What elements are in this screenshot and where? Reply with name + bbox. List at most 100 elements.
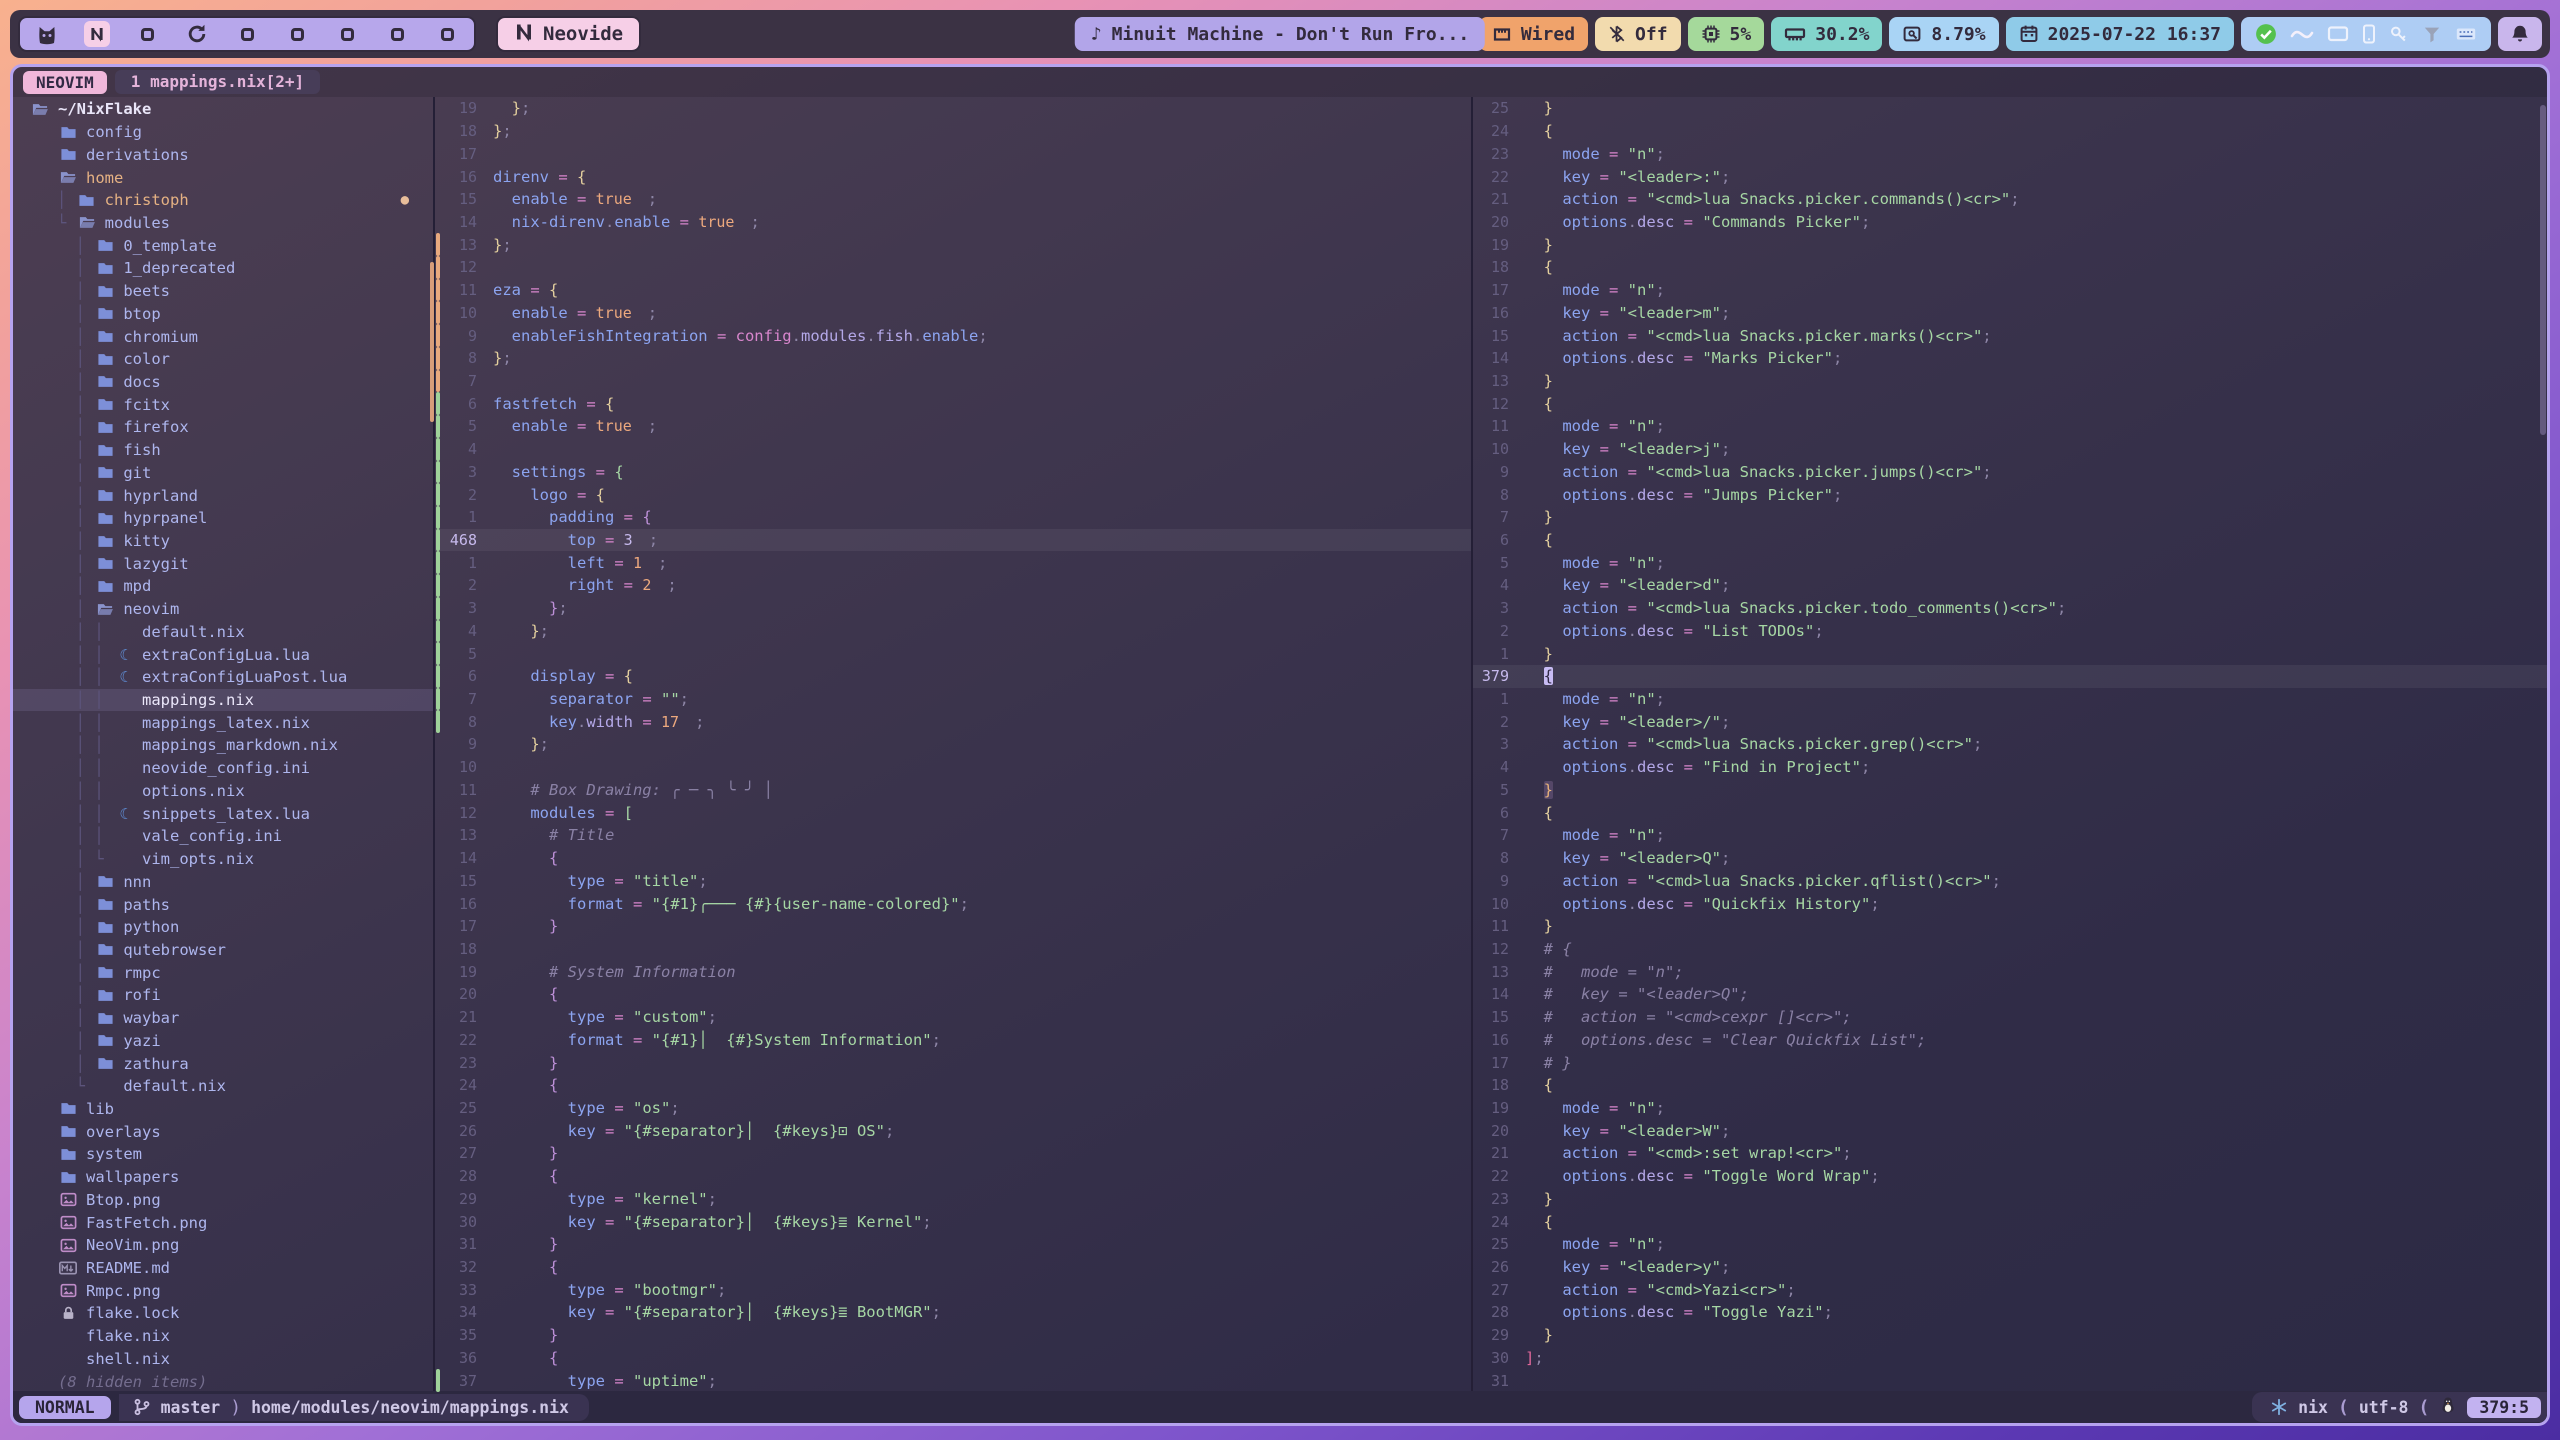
workspace-icon[interactable] [234,21,260,47]
check-tray-icon[interactable] [2255,23,2277,45]
code-line[interactable]: 19 # System Information [435,960,1471,983]
code-line[interactable]: 18 { [1473,1074,2547,1097]
code-line[interactable]: 13 # Title [435,824,1471,847]
tree-item-rmpc[interactable]: │ rmpc [13,961,433,984]
code-line[interactable]: 9 action = "<cmd>lua Snacks.picker.jumps… [1473,461,2547,484]
disk-pill[interactable]: 8.79% [1889,17,1998,51]
tree-item-default.nix[interactable]: └ default.nix [13,1075,433,1098]
code-line[interactable]: 35 } [435,1324,1471,1347]
tree-item-mpd[interactable]: │ mpd [13,575,433,598]
tree-item-flake.lock[interactable]: flake.lock [13,1302,433,1325]
code-line[interactable]: 19 } [1473,233,2547,256]
workspace-icon[interactable] [334,21,360,47]
code-line[interactable]: 25 type = "os"; [435,1097,1471,1120]
code-line[interactable]: 2 key = "<leader>/"; [1473,710,2547,733]
code-line[interactable]: 5 enable = true; [435,415,1471,438]
tree-item-firefox[interactable]: │ firefox [13,416,433,439]
funnel-tray-icon[interactable] [2422,24,2442,44]
code-line[interactable]: 31 [1473,1369,2547,1392]
code-line[interactable]: 3 settings = { [435,461,1471,484]
code-line[interactable]: 6 { [1473,529,2547,552]
tree-item-hyprpanel[interactable]: │ hyprpanel [13,507,433,530]
code-line[interactable]: 11 mode = "n"; [1473,415,2547,438]
code-line[interactable]: 12 modules = [ [435,801,1471,824]
tree-item-mappings_latex.nix[interactable]: │ │ mappings_latex.nix [13,711,433,734]
code-line[interactable]: 8}; [435,347,1471,370]
code-line[interactable]: 9 }; [435,733,1471,756]
workspace-icon[interactable] [384,21,410,47]
code-line[interactable]: 17 } [435,915,1471,938]
wave-tray-icon[interactable] [2290,25,2314,43]
code-line[interactable]: 17 # } [1473,1051,2547,1074]
phone-tray-icon[interactable] [2362,24,2376,44]
code-line[interactable]: 23 mode = "n"; [1473,142,2547,165]
tree-item-options.nix[interactable]: │ │ options.nix [13,780,433,803]
code-line[interactable]: 25 } [1473,97,2547,120]
code-line[interactable]: 30 key = "{#separator}│ {#keys}≣ Kernel"… [435,1210,1471,1233]
code-line[interactable]: 7 [435,370,1471,393]
tree-item-extraconfiglua.lua[interactable]: │ │ ☾extraConfigLua.lua [13,643,433,666]
code-line[interactable]: 6 { [1473,801,2547,824]
tree-item-python[interactable]: │ python [13,916,433,939]
tree-item-derivations[interactable]: derivations [13,143,433,166]
tree-item-vale_config.ini[interactable]: │ │ vale_config.ini [13,825,433,848]
code-line[interactable]: 19 mode = "n"; [1473,1097,2547,1120]
tree-item-config[interactable]: config [13,121,433,144]
code-line[interactable]: 18 [435,938,1471,961]
tree-item-wallpapers[interactable]: wallpapers [13,1166,433,1189]
code-line[interactable]: 36 { [435,1347,1471,1370]
code-line[interactable]: 13 # mode = "n"; [1473,960,2547,983]
code-line[interactable]: 20 { [435,983,1471,1006]
code-line[interactable]: 11eza = { [435,279,1471,302]
code-line[interactable]: 7 separator = ""; [435,688,1471,711]
code-line[interactable]: 33 type = "bootmgr"; [435,1278,1471,1301]
code-line[interactable]: 10 enable = true; [435,301,1471,324]
code-line[interactable]: 8 key.width = 17; [435,710,1471,733]
code-line[interactable]: 14 options.desc = "Marks Picker"; [1473,347,2547,370]
code-line[interactable]: 2 right = 2; [435,574,1471,597]
code-line[interactable]: 21 action = "<cmd>lua Snacks.picker.comm… [1473,188,2547,211]
tree-item-extraconfigluapost.lua[interactable]: │ │ ☾extraConfigLuaPost.lua [13,666,433,689]
tree-item-neovide_config.ini[interactable]: │ │ neovide_config.ini [13,757,433,780]
code-line[interactable]: 16 format = "{#1}╭─── {#}{user-name-colo… [435,892,1471,915]
code-line[interactable]: 5 mode = "n"; [1473,551,2547,574]
tree-item-overlays[interactable]: overlays [13,1120,433,1143]
code-line[interactable]: 23 } [1473,1188,2547,1211]
code-line[interactable]: 1 padding = { [435,506,1471,529]
code-line[interactable]: 5 } [1473,779,2547,802]
code-line[interactable]: 379 { [1473,665,2547,688]
tree-item-snippets_latex.lua[interactable]: │ │ ☾snippets_latex.lua [13,802,433,825]
tree-item-default.nix[interactable]: │ │ default.nix [13,621,433,644]
code-line[interactable]: 14 # key = "<leader>Q"; [1473,983,2547,1006]
tree-item-beets[interactable]: │ beets [13,280,433,303]
code-line[interactable]: 4 [435,438,1471,461]
code-line[interactable]: 22 options.desc = "Toggle Word Wrap"; [1473,1165,2547,1188]
code-line[interactable]: 1 } [1473,642,2547,665]
code-line[interactable]: 3 action = "<cmd>lua Snacks.picker.todo_… [1473,597,2547,620]
code-line[interactable]: 11 } [1473,915,2547,938]
code-line[interactable]: 4 key = "<leader>d"; [1473,574,2547,597]
tree-item-shell.nix[interactable]: shell.nix [13,1348,433,1371]
tab-mappings-nix[interactable]: 1 mappings.nix[2+] [115,70,320,94]
code-line[interactable]: 13 } [1473,370,2547,393]
workspace-icon[interactable] [284,21,310,47]
memory-pill[interactable]: 30.2% [1771,17,1882,51]
code-line[interactable]: 10 key = "<leader>j"; [1473,438,2547,461]
code-line[interactable]: 31 } [435,1233,1471,1256]
workspace-icon[interactable] [134,21,160,47]
tree-item-rmpc.png[interactable]: Rmpc.png [13,1279,433,1302]
code-line[interactable]: 2 logo = { [435,483,1471,506]
tree-item-1_deprecated[interactable]: │ 1_deprecated [13,257,433,280]
code-line[interactable]: 468 top = 3; [435,529,1471,552]
key-tray-icon[interactable] [2389,24,2409,44]
tree-item-fcitx[interactable]: │ fcitx [13,393,433,416]
tree-item-git[interactable]: │ git [13,462,433,485]
bluetooth-pill[interactable]: Off [1595,17,1681,51]
code-line[interactable]: 34 key = "{#separator}│ {#keys}≣ BootMGR… [435,1301,1471,1324]
code-line[interactable]: 19 }; [435,97,1471,120]
tree-item-0_template[interactable]: │ 0_template [13,234,433,257]
code-line[interactable]: 15 action = "<cmd>lua Snacks.picker.mark… [1473,324,2547,347]
tree-item-yazi[interactable]: │ yazi [13,1029,433,1052]
code-line[interactable]: 3 }; [435,597,1471,620]
tree-item-lib[interactable]: lib [13,1098,433,1121]
